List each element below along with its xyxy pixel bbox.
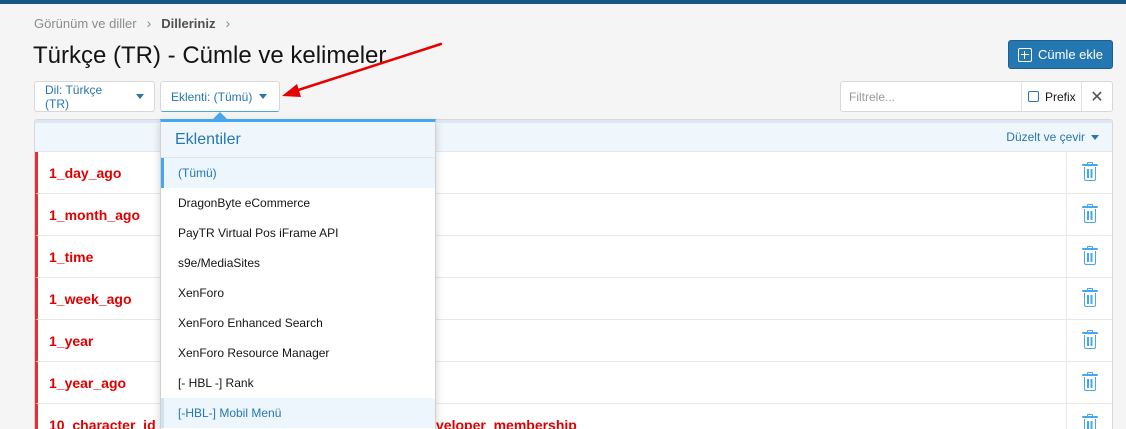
annotation-arrow-shaft <box>290 42 443 94</box>
annotation-arrow <box>282 42 443 97</box>
annotation-arrow-head <box>282 84 301 97</box>
